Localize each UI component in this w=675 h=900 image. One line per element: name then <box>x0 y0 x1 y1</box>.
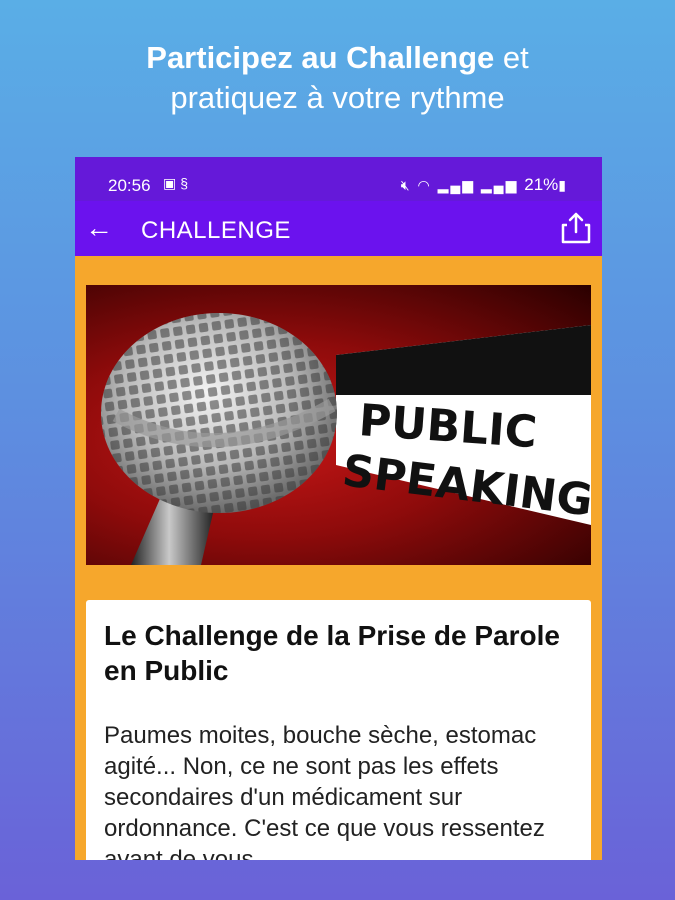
app-bar: ← CHALLENGE <box>75 201 602 256</box>
battery-icon: ▮ <box>558 177 568 193</box>
spotlight-shadow <box>336 325 591 395</box>
s-icon: § <box>180 175 193 191</box>
promo-heading: Participez au Challenge et pratiquez à v… <box>0 38 675 118</box>
public-speaking-illustration: PUBLIC SPEAKING <box>101 313 591 565</box>
notification-icons: ▣§ <box>163 175 192 192</box>
gallery-icon: ▣ <box>163 175 181 191</box>
status-right: 🔇︎ ◠ ▂▄▆ ▂▄▆ 21%▮ <box>401 175 568 195</box>
hero-image: PUBLIC SPEAKING <box>86 285 591 565</box>
signal-icon: ▂▄▆ <box>437 177 476 193</box>
promo-bold: Participez au Challenge <box>146 40 495 75</box>
battery-percent: 21% <box>524 175 559 194</box>
mute-icon: 🔇︎ <box>400 177 412 193</box>
phone-screen: 20:56 ▣§ 🔇︎ ◠ ▂▄▆ ▂▄▆ 21%▮ ← CHALLENGE P… <box>75 157 602 860</box>
signal-icon-2: ▂▄▆ <box>480 177 519 193</box>
promo-rest: et <box>494 40 529 75</box>
challenge-card[interactable]: Le Challenge de la Prise de Parole en Pu… <box>86 600 591 860</box>
card-description: Paumes moites, bouche sèche, estomac agi… <box>104 722 545 860</box>
share-icon[interactable] <box>558 210 594 246</box>
wifi-icon: ◠ <box>417 177 432 193</box>
status-bar: 20:56 ▣§ 🔇︎ ◠ ▂▄▆ ▂▄▆ 21%▮ <box>75 157 602 201</box>
promo-line-2: pratiquez à votre rythme <box>170 80 505 115</box>
app-bar-title: CHALLENGE <box>141 217 291 244</box>
card-title: Le Challenge de la Prise de Parole en Pu… <box>104 620 560 686</box>
back-arrow-icon[interactable]: ← <box>82 211 116 245</box>
promo-line-1: Participez au Challenge et <box>0 38 675 78</box>
status-time: 20:56 <box>108 176 151 195</box>
